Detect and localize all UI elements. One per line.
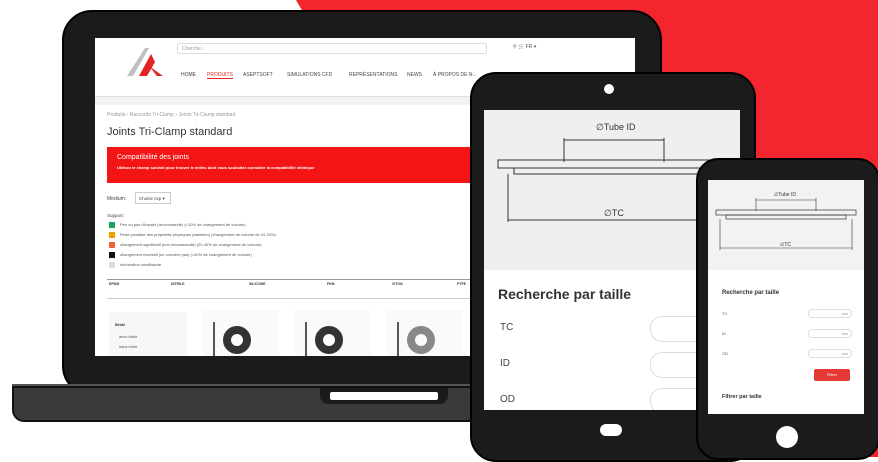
product-card[interactable]	[387, 310, 463, 356]
size-search-title: Recherche par taille	[498, 286, 632, 302]
filter-panel: Bride avec bride sans bride	[109, 312, 187, 356]
tc-input[interactable]: mm	[808, 309, 852, 318]
size-search-title: Recherche par taille	[722, 290, 780, 296]
od-input[interactable]: mm	[808, 349, 852, 358]
phone-screen: ∅Tube ID ∅TC Recherche par taille TC mm …	[708, 180, 864, 414]
tc-label: ∅TC	[604, 208, 624, 218]
field-label-tc: TC	[722, 311, 728, 316]
compatibility-subtitle: Utilisez le champ suivant pour trouver l…	[117, 165, 315, 170]
filter-button[interactable]: Filtrer	[814, 369, 850, 381]
nav-simulations[interactable]: SIMULATIONS CFD	[287, 72, 332, 78]
tablet-camera	[604, 84, 614, 94]
support-label: Support:	[107, 213, 125, 218]
filter-title: Bride	[115, 322, 126, 327]
legend-swatch	[109, 252, 115, 258]
table-header-cell: EPDM	[109, 282, 120, 286]
legend-swatch	[109, 242, 115, 248]
table-header-cell: PTFE	[457, 282, 466, 286]
tube-id-label: ∅Tube ID	[774, 192, 796, 198]
nav-a-propos[interactable]: À PROPOS DE N...	[433, 72, 477, 78]
filter-option[interactable]: avec bride	[119, 334, 137, 339]
table-header-cell: NITRILE	[171, 282, 185, 286]
page-title: Joints Tri-Clamp standard	[107, 126, 233, 138]
header-icons[interactable]: ⚲ 🛒 FR ▾	[513, 44, 536, 50]
table-header-cell: FKM	[327, 282, 335, 286]
laptop-trackpad-slot	[330, 392, 438, 400]
clamp-image	[305, 322, 307, 356]
legend-text: Peu ou pas d'impact (recommandé) (<10% d…	[120, 222, 246, 228]
medium-select[interactable]: Choisir svp ▾	[135, 192, 171, 204]
nav-representations[interactable]: REPRÉSENTATIONS	[349, 72, 397, 78]
field-label-id: ID	[500, 358, 510, 369]
field-label-od: OD	[722, 351, 728, 356]
product-card[interactable]	[203, 310, 279, 356]
legend-text: changement excessif (ne convient pas) (>…	[120, 252, 252, 258]
legend-item: changement significatif (non recommandé)…	[109, 242, 261, 248]
legend-swatch	[109, 232, 115, 238]
logo-icon[interactable]	[123, 44, 167, 78]
legend-item: information insuffisante	[109, 262, 161, 268]
field-label-tc: TC	[500, 322, 514, 333]
phone-home-button	[776, 426, 798, 448]
filter-option[interactable]: sans bride	[119, 344, 137, 349]
tube-id-label: ∅Tube ID	[596, 122, 636, 132]
legend-swatch	[109, 262, 115, 268]
nav-news[interactable]: NEWS	[407, 72, 422, 78]
field-label-od: OD	[500, 394, 515, 405]
tc-label: ∅TC	[780, 242, 792, 248]
search-input[interactable]: Cherche...	[177, 43, 487, 54]
filter-by-size-title: Filtrer par taille	[722, 394, 762, 400]
legend-text: Perte possible des propriétés physiques …	[120, 232, 276, 238]
gasket-drawing: ∅Tube ID ∅TC	[708, 180, 864, 270]
tablet-home-button	[600, 424, 622, 436]
id-input[interactable]: mm	[808, 329, 852, 338]
breadcrumb[interactable]: Produits › Raccords Tri-Clamp › Joints T…	[107, 112, 235, 118]
medium-label: Medium:	[107, 196, 127, 202]
table-header-cell: SILICONE	[249, 282, 266, 286]
compatibility-title: Compatibilité des joints	[117, 154, 189, 161]
table-header-cell: VITON	[392, 282, 403, 286]
clamp-image	[213, 322, 215, 356]
nav-home[interactable]: HOME	[181, 72, 196, 78]
gasket-image	[407, 326, 435, 354]
legend-item: Perte possible des propriétés physiques …	[109, 232, 276, 238]
gasket-image	[315, 326, 343, 354]
product-card[interactable]	[295, 310, 371, 356]
nav-produits[interactable]: PRODUITS	[207, 72, 233, 79]
legend-text: information insuffisante	[120, 262, 162, 268]
gasket-image	[223, 326, 251, 354]
nav-aseptsoft[interactable]: ASEPTSOFT	[243, 72, 273, 78]
legend-item: changement excessif (ne convient pas) (>…	[109, 252, 252, 258]
legend-swatch	[109, 222, 115, 228]
legend-item: Peu ou pas d'impact (recommandé) (<10% d…	[109, 222, 246, 228]
legend-text: changement significatif (non recommandé)…	[120, 242, 262, 248]
clamp-image	[397, 322, 399, 356]
field-label-id: ID	[722, 331, 726, 336]
